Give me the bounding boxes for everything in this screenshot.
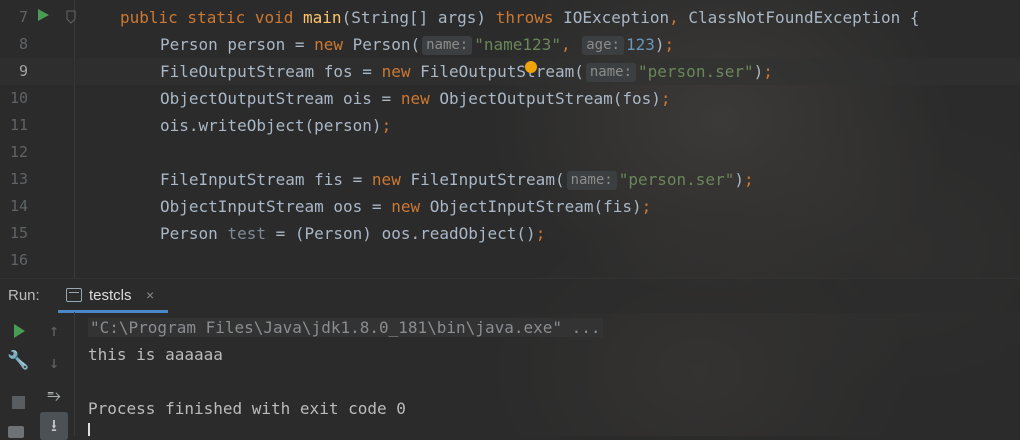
parameter-hint: name: (566, 171, 617, 190)
parameter-hint: name: (422, 36, 473, 55)
console-command: "C:\Program Files\Java\jdk1.8.0_181\bin\… (88, 318, 603, 337)
arrow-up-icon[interactable]: ↑ (43, 320, 65, 342)
code-token: "person.ser" (618, 170, 735, 189)
code-token: new (314, 35, 353, 54)
code-token: 123 (625, 35, 655, 54)
code-token: = (Person) oos.readObject() (265, 224, 536, 243)
run-tool-window-header: Run: testcls × (0, 278, 1020, 313)
line-number: 8 (18, 35, 28, 53)
code-token: FileInputStream fis = (160, 170, 372, 189)
run-toolbar: ↑ 🔧 ↓ ⥱ ⭳ (0, 312, 75, 440)
code-text: ois.writeObject(person); (160, 112, 391, 139)
code-token: ClassNotFoundException { (688, 8, 920, 27)
stop-icon[interactable] (8, 392, 30, 414)
code-token: new (371, 170, 411, 189)
code-token: Person person = (160, 35, 315, 54)
code-token: throws (495, 8, 564, 27)
code-text: FileOutputStream fos = new FileOutputStr… (160, 58, 773, 85)
parameter-hint: name: (585, 63, 637, 82)
code-token: public static void (120, 8, 304, 27)
code-line[interactable]: 16 (0, 247, 1020, 274)
code-token: ois.writeObject(person) (160, 116, 382, 135)
code-line[interactable]: 10 ObjectOutputStream ois = new ObjectOut… (0, 85, 1020, 112)
console-text: this is aaaaaa (88, 345, 223, 364)
code-text: Person person = new Person(name: "name123… (160, 31, 674, 58)
code-text: FileInputStream fis = new FileInputStrea… (160, 166, 754, 193)
code-line[interactable]: 14 ObjectInputStream oos = new ObjectInpu… (0, 193, 1020, 220)
console-caret (88, 423, 90, 436)
code-token: , (669, 8, 689, 27)
code-line[interactable]: 9 FileOutputStream fos = new FileOutputSt… (0, 58, 1020, 85)
code-token: ; (763, 62, 773, 81)
code-line[interactable]: 11 ois.writeObject(person); (0, 112, 1020, 139)
line-number: 13 (9, 170, 28, 188)
code-token: Person (160, 224, 228, 243)
code-token: ; (660, 89, 671, 108)
code-token: , (560, 35, 581, 54)
intention-bulb-icon[interactable] (525, 61, 537, 73)
code-token: FileOutputStream fos = (160, 62, 382, 81)
code-text: Person test = (Person) oos.readObject(); (160, 220, 545, 247)
code-token: new (381, 62, 421, 81)
wrench-icon[interactable]: 🔧 (7, 350, 29, 372)
code-token: ObjectOutputStream(fos) (439, 89, 661, 108)
line-number: 9 (18, 62, 28, 80)
code-token: test (227, 224, 266, 243)
console-line: Process finished with exit code 0 (88, 395, 406, 422)
tab-label: testcls (89, 287, 132, 304)
code-token: "person.ser" (638, 62, 754, 81)
console-tab-icon (66, 288, 82, 302)
code-token: FileInputStream( (410, 170, 565, 189)
code-token: ObjectInputStream oos = (160, 197, 392, 216)
code-line[interactable]: 13 FileInputStream fis = new FileInputStr… (0, 166, 1020, 193)
run-label: Run: (8, 287, 40, 304)
code-token: new (400, 89, 440, 108)
close-tab-icon[interactable]: × (146, 287, 154, 303)
code-token: Person( (352, 35, 421, 54)
line-number: 10 (9, 89, 28, 107)
console-text: Process finished with exit code 0 (88, 399, 406, 418)
console-line: this is aaaaaa (88, 341, 223, 368)
soft-wrap-icon[interactable]: ⥱ (43, 385, 65, 407)
code-token: ObjectInputStream(fis) (429, 197, 642, 216)
line-number: 14 (9, 197, 28, 215)
code-token: ; (535, 224, 546, 243)
code-token: ; (743, 170, 754, 189)
code-text: ObjectInputStream oos = new ObjectInputS… (160, 193, 651, 220)
camera-icon[interactable] (8, 426, 24, 438)
code-token: ; (664, 35, 675, 54)
code-token: ) (753, 62, 764, 81)
console-line: "C:\Program Files\Java\jdk1.8.0_181\bin\… (88, 314, 603, 341)
code-token: ObjectOutputStream ois = (160, 89, 401, 108)
code-line[interactable]: 7 public static void main(String[] args) … (0, 4, 1020, 31)
line-number: 11 (9, 116, 28, 134)
code-text: public static void main(String[] args) t… (120, 4, 920, 31)
line-number: 12 (9, 143, 28, 161)
code-line[interactable]: 8 Person person = new Person(name: "name12… (0, 31, 1020, 58)
arrow-down-icon[interactable]: ↓ (43, 352, 65, 374)
code-line[interactable]: 12 (0, 139, 1020, 166)
line-number: 16 (9, 251, 28, 269)
tab-testcls[interactable]: testcls × (58, 279, 168, 313)
line-number: 15 (9, 224, 28, 242)
code-token: FileOutputStream( (420, 62, 584, 81)
code-token: ; (381, 116, 392, 135)
code-line[interactable]: 15 Person test = (Person) oos.readObject(… (0, 220, 1020, 247)
code-token: "name123" (474, 35, 561, 54)
code-token: (String[] args) (341, 8, 496, 27)
code-token: new (391, 197, 430, 216)
code-editor[interactable]: 7 public static void main(String[] args) … (0, 0, 1020, 278)
code-text: ObjectOutputStream ois = new ObjectOutpu… (160, 85, 671, 112)
code-token: main (303, 8, 342, 27)
code-token: ; (641, 197, 652, 216)
parameter-hint: age: (582, 36, 624, 55)
rerun-icon[interactable] (8, 320, 30, 342)
code-token: ) (734, 170, 744, 189)
code-token: IOException (563, 8, 670, 27)
line-number: 7 (18, 8, 28, 26)
